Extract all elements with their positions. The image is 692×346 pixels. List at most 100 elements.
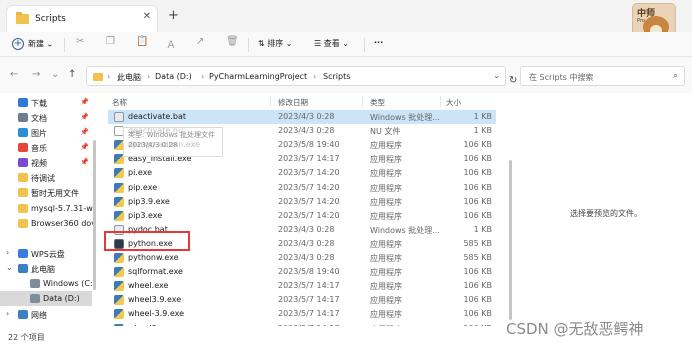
breadcrumb-this-pc[interactable]: 此电脑 [117,72,141,83]
divider [248,38,249,52]
file-row[interactable]: pythonw.exe 2023/4/3 0:28 应用程序 585 KB [108,251,496,265]
navigation-pane: 下载 📌 文档 📌 图片 📌 音乐 📌 视频 📌 待调试暂时无用文件 mysql-5.7.31-wi B… [0,93,96,326]
column-header-type[interactable]: 类型 [370,97,385,108]
file-row[interactable]: pi.exe 2023/5/7 14:20 应用程序 106 KB [108,166,496,180]
file-row[interactable]: wheel3.9.exe 2023/5/7 14:17 应用程序 106 KB [108,293,496,307]
file-name: pythonw.exe [128,253,179,262]
column-divider[interactable] [270,96,271,107]
sidebar-item[interactable]: 音乐 📌 [0,140,92,155]
column-header-date[interactable]: 修改日期 [278,97,308,108]
divider [64,38,65,52]
file-date: 2023/4/3 0:28 [278,126,335,136]
chevron-down-icon: ⌄ [342,39,349,48]
file-date: 2023/5/7 14:17 [278,309,340,319]
file-row[interactable]: pip.exe 2023/5/7 14:20 应用程序 106 KB [108,181,496,195]
rename-icon[interactable]: Ａ [166,36,176,51]
sidebar-item-label: 此电脑 [31,265,55,274]
file-type: 应用程序 [370,169,402,179]
file-name: deactivate.bat [128,112,187,121]
breadcrumb-project[interactable]: PyCharmLearningProject [209,72,307,81]
sidebar-item[interactable]: Browser360 dov [0,216,96,231]
sidebar-scrollbar[interactable] [93,140,96,290]
exe-icon [114,309,124,320]
sidebar-item[interactable]: Windows (C:) [0,276,96,291]
sidebar-item[interactable]: 待调试 [0,170,92,185]
sidebar-item-label: 待调试 [31,174,55,183]
file-row[interactable]: sqlformat.exe 2023/5/8 19:40 应用程序 106 KB [108,265,496,279]
forward-arrow-icon[interactable]: → [32,69,40,80]
column-header-size[interactable]: 大小 [446,97,461,108]
column-divider[interactable] [362,96,363,107]
file-type: 应用程序 [370,239,402,249]
address-bar-row: ← → ⌄ ↑ › 此电脑 › Data (D:) › PyCharmLearn… [0,57,692,93]
batch-file-icon [114,112,124,122]
item-count: 22 个项目 [8,333,45,342]
divider [364,38,365,52]
share-icon[interactable]: ↗ [196,36,204,47]
sidebar-item[interactable]: mysql-5.7.31-wi [0,201,95,216]
folder-icon [18,173,28,182]
new-tab-button[interactable]: + [168,8,179,23]
breadcrumb-scripts[interactable]: Scripts [323,72,350,81]
sidebar-item[interactable]: ⌄ 此电脑 [0,261,92,276]
file-name: pi.exe [128,168,153,178]
file-row[interactable]: wheel-3.9.exe 2023/5/7 14:17 应用程序 106 KB [108,307,496,321]
delete-icon[interactable]: 🗑 [226,36,239,47]
sidebar-item[interactable]: 文档 📌 [0,110,92,125]
expand-chevron-icon[interactable]: › [6,309,9,318]
new-button[interactable]: + 新建 ⌄ [12,38,53,50]
expand-chevron-icon[interactable]: › [6,248,9,257]
chevron-right-icon: › [147,72,151,81]
view-label: 查看 [323,39,340,48]
column-header-name[interactable]: 名称 [112,97,127,108]
recent-chevron-icon[interactable]: ⌄ [51,69,59,80]
sidebar-item[interactable]: 下载 📌 [0,95,92,110]
tab-scripts[interactable]: Scripts ✕ [6,5,158,32]
chevron-down-icon[interactable]: ⌄ [493,71,500,80]
file-row[interactable]: pip3.9.exe 2023/5/7 14:20 应用程序 106 KB [108,195,496,209]
sidebar-item[interactable]: 暂时无用文件 [0,185,92,200]
column-divider[interactable] [440,96,441,107]
file-size: 1 KB [473,126,492,136]
sidebar-item[interactable]: 视频 📌 [0,155,92,170]
file-row[interactable]: pip3.exe 2023/5/7 14:20 应用程序 106 KB [108,209,496,223]
file-size: 106 KB [463,309,492,319]
sort-label: 排序 [267,39,284,48]
copy-icon[interactable]: ❐ [106,36,115,47]
folder-icon [18,128,28,137]
cut-icon[interactable]: ✂ [76,36,84,47]
breadcrumb-data-drive[interactable]: Data (D:) [155,72,192,81]
expand-chevron-icon[interactable]: ⌄ [6,263,13,272]
folder-icon [18,158,28,167]
view-button[interactable]: ☰ 查看 ⌄ [314,38,349,49]
file-size: 106 KB [463,281,492,291]
title-bar: Scripts ✕ + 中师 Pro. Zhang [0,0,692,41]
file-row[interactable]: wheel.exe 2023/5/7 14:17 应用程序 106 KB [108,279,496,293]
file-type: Windows 批处理... [370,113,440,122]
folder-icon [18,188,28,197]
sort-button[interactable]: ⇅ 排序 ⌄ [258,38,293,49]
refresh-icon[interactable]: ↻ [509,75,517,86]
address-field[interactable]: › 此电脑 › Data (D:) › PyCharmLearningProje… [86,66,506,86]
sidebar-item[interactable]: › WPS云盘 [0,246,92,261]
file-date: 2023/5/7 14:20 [278,182,340,192]
sidebar-item-label: WPS云盘 [31,250,65,259]
close-tab-icon[interactable]: ✕ [143,11,151,22]
paste-icon[interactable]: 📋 [136,36,148,47]
more-button[interactable]: ··· [374,38,383,47]
back-arrow-icon[interactable]: ← [10,69,18,80]
sidebar-item-label: 文档 [31,114,47,123]
sidebar-item[interactable]: 图片 📌 [0,125,92,140]
search-input[interactable]: 在 Scripts 中搜索 ⌕ [520,66,685,86]
file-name: pip.exe [128,182,158,192]
sidebar-item[interactable]: Data (D:) [0,291,92,306]
up-arrow-icon[interactable]: ↑ [68,69,76,80]
file-row[interactable]: deactivate.bat 2023/4/3 0:28 Windows 批处理..… [108,110,496,124]
sidebar-item-label: 视频 [31,159,47,168]
preview-message: 选择要预览的文件。 [570,209,642,218]
sidebar-item-label: Data (D:) [43,294,80,303]
tooltip-line: 2023/4/3 0:28 [128,141,178,149]
file-list-scrollbar[interactable] [509,160,512,320]
folder-icon [30,294,40,303]
sidebar-item[interactable]: › 网络 [0,307,92,322]
